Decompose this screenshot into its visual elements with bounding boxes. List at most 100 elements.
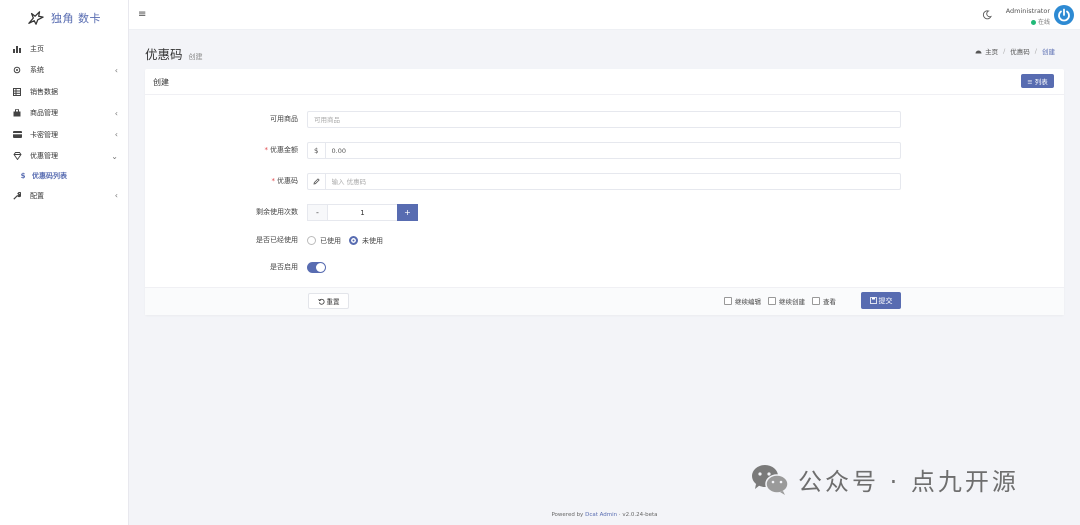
reset-button[interactable]: 重置 — [308, 293, 349, 309]
submit-button[interactable]: 提交 — [861, 292, 901, 309]
sidebar-item-label: 主页 — [30, 44, 44, 53]
divider — [145, 94, 1064, 95]
continue-edit-checkbox[interactable]: 继续编辑 — [724, 296, 761, 306]
chevron-left-icon: ‹ — [114, 130, 118, 140]
user-info[interactable]: Administrator 在线 — [1006, 7, 1050, 26]
user-status: 在线 — [1006, 17, 1050, 26]
online-dot-icon — [1030, 19, 1036, 25]
menu-toggle-icon[interactable]: ≡ — [138, 9, 146, 20]
sidebar-item-label: 销售数据 — [30, 87, 58, 96]
footer-separator: · — [618, 512, 621, 518]
breadcrumb-separator: / — [1034, 47, 1037, 55]
power-icon — [1058, 8, 1070, 22]
reset-label: 重置 — [326, 298, 340, 306]
sidebar-item-label: 优惠管理 — [30, 152, 58, 161]
version-text: v2.0.24-beta — [622, 512, 658, 518]
product-select[interactable] — [307, 111, 901, 128]
sidebar-item-label: 配置 — [30, 191, 44, 200]
quantity-value[interactable]: 1 — [328, 204, 397, 221]
user-name: Administrator — [1005, 7, 1050, 15]
dollar-icon: $ — [20, 172, 26, 180]
form-row-code: * 优惠码 — [145, 173, 1064, 190]
chevron-left-icon: ‹ — [114, 108, 118, 118]
radio-circle-checked — [349, 236, 358, 245]
required-mark: * — [271, 177, 276, 185]
continue-create-checkbox[interactable]: 继续创建 — [768, 296, 805, 306]
form-row-enabled: 是否启用 — [145, 259, 1064, 276]
credit-card-icon — [12, 131, 22, 139]
sidebar-item-cards[interactable]: 卡密管理 ‹ — [0, 124, 128, 146]
radio-used[interactable]: 已使用 — [307, 236, 341, 246]
radio-circle — [307, 236, 316, 245]
code-field[interactable] — [307, 173, 901, 190]
breadcrumb-home[interactable]: 主页 — [985, 46, 998, 56]
page-header: 优惠码 创建 — [145, 44, 203, 63]
checkbox-box — [768, 297, 776, 305]
checkbox-box — [812, 297, 820, 305]
page-title: 优惠码 — [145, 47, 183, 62]
quantity-stepper: - 1 + — [307, 204, 418, 221]
product-input[interactable] — [308, 115, 900, 124]
increment-button[interactable]: + — [397, 204, 418, 221]
used-radio-group: 已使用 未使用 — [307, 232, 383, 249]
remaining-label: 剩余使用次数 — [256, 208, 298, 216]
sidebar-item-system[interactable]: 系统 ‹ — [0, 60, 128, 82]
bar-chart-icon — [12, 45, 22, 53]
pencil-icon — [308, 174, 326, 189]
sidebar-item-sales[interactable]: 销售数据 — [0, 81, 128, 103]
code-label-text: 优惠码 — [277, 177, 298, 185]
wrench-icon — [12, 191, 22, 200]
shopping-bag-icon — [12, 109, 22, 117]
code-input[interactable] — [325, 177, 900, 186]
sidebar-item-coupon-list[interactable]: $ 优惠码列表 — [0, 167, 128, 185]
amount-input[interactable] — [325, 146, 900, 155]
form-row-used: 是否已经使用 已使用 未使用 — [145, 232, 1064, 249]
logo[interactable]: 独角 数卡 — [0, 0, 128, 36]
code-label: * 优惠码 — [272, 173, 299, 190]
breadcrumb-separator: / — [1003, 47, 1006, 55]
after-save-options: 继续编辑 继续创建 查看 — [724, 296, 836, 306]
wechat-icon — [752, 464, 789, 495]
sidebar-item-label: 系统 — [30, 66, 44, 75]
sidebar-item-label: 卡密管理 — [30, 130, 58, 139]
breadcrumb-current: 创建 — [1042, 48, 1055, 56]
amount-label: * 优惠金额 — [265, 142, 299, 159]
dcat-admin-link[interactable]: Dcat Admin — [585, 512, 617, 518]
chevron-left-icon: ‹ — [114, 65, 118, 75]
checkbox-label: 继续创建 — [779, 298, 805, 306]
product-label: 可用商品 — [270, 115, 298, 123]
avatar[interactable] — [1054, 5, 1074, 25]
required-mark: * — [264, 146, 269, 154]
gear-icon — [12, 66, 22, 74]
view-checkbox[interactable]: 查看 — [812, 296, 836, 306]
topbar: ≡ Administrator 在线 — [129, 0, 1080, 30]
dashboard-icon — [975, 50, 982, 54]
sidebar-item-config[interactable]: 配置 ‹ — [0, 185, 128, 207]
sidebar-item-products[interactable]: 商品管理 ‹ — [0, 103, 128, 125]
page-footer: Powered by Dcat Admin · v2.0.24-beta — [129, 512, 1080, 518]
list-button[interactable]: ≡ 列表 — [1021, 74, 1054, 88]
form-row-remaining: 剩余使用次数 - 1 + — [145, 204, 1064, 221]
card-title: 创建 — [153, 78, 169, 87]
diamond-icon — [12, 152, 22, 161]
dark-mode-icon[interactable] — [982, 10, 992, 20]
radio-unused[interactable]: 未使用 — [349, 236, 383, 246]
unicorn-logo-icon — [28, 11, 44, 25]
form-row-product: 可用商品 — [145, 111, 1064, 128]
user-status-label: 在线 — [1037, 19, 1050, 26]
amount-field[interactable]: $ — [307, 142, 901, 159]
enabled-label: 是否启用 — [270, 263, 298, 271]
page-subtitle: 创建 — [188, 53, 203, 61]
checkbox-label: 继续编辑 — [735, 298, 761, 306]
form-row-amount: * 优惠金额 $ — [145, 142, 1064, 159]
used-label: 是否已经使用 — [256, 236, 298, 244]
breadcrumb-section[interactable]: 优惠码 — [1010, 46, 1030, 56]
logo-text: 独角 数卡 — [51, 12, 101, 25]
chevron-down-icon: ⌄ — [111, 151, 118, 161]
enabled-toggle[interactable] — [307, 262, 326, 273]
powered-by-text: Powered by — [551, 512, 584, 518]
sidebar-item-home[interactable]: 主页 — [0, 38, 128, 60]
table-icon — [12, 87, 22, 96]
sidebar-item-discounts[interactable]: 优惠管理 ⌄ — [0, 146, 128, 168]
decrement-button[interactable]: - — [307, 204, 328, 221]
